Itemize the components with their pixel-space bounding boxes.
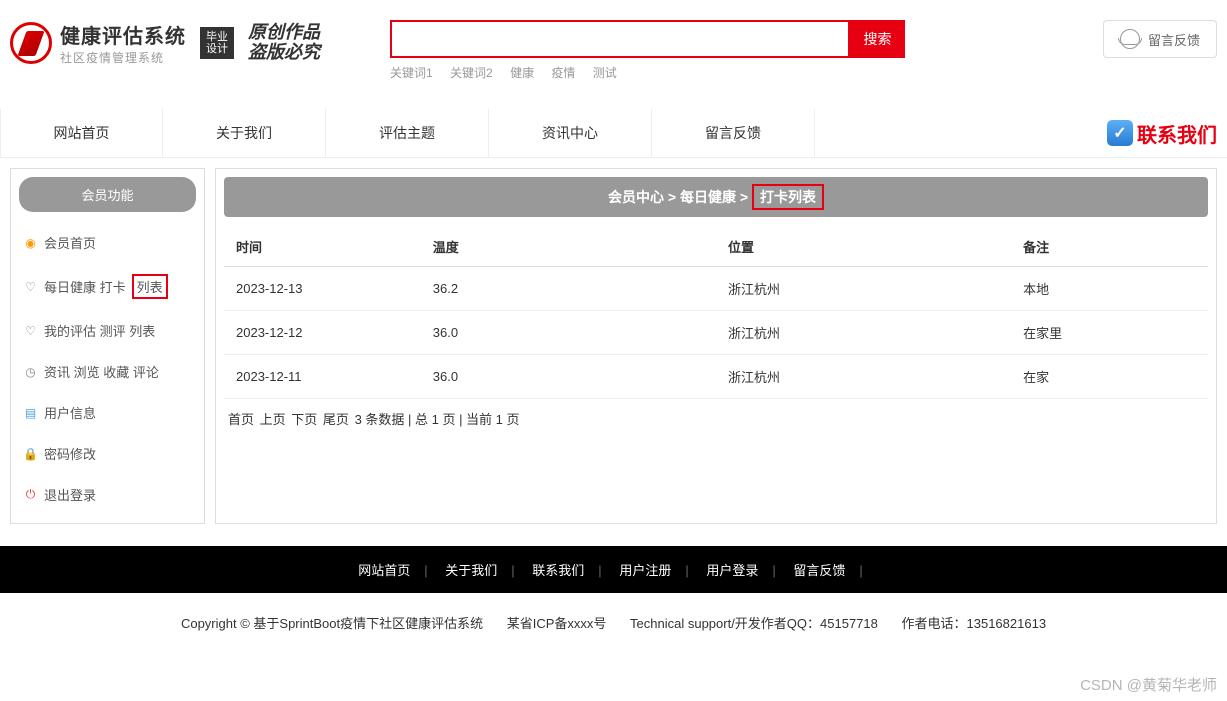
search-input[interactable] xyxy=(390,20,850,58)
check-icon xyxy=(1107,120,1133,146)
breadcrumb: 会员中心 > 每日健康 > 打卡列表 xyxy=(224,177,1208,217)
search-button[interactable]: 搜索 xyxy=(850,20,905,58)
breadcrumb-current: 打卡列表 xyxy=(752,184,824,210)
feedback-button[interactable]: 留言反馈 xyxy=(1103,20,1217,58)
sidebar-title: 会员功能 xyxy=(19,177,196,212)
col-time: 时间 xyxy=(224,227,421,267)
contact-us-link[interactable]: 联系我们 xyxy=(1107,119,1227,148)
pagination: 首页 上页 下页 尾页 3 条数据 | 总 1 页 | 当前 1 页 xyxy=(224,399,1208,438)
pager-info: 3 条数据 | 总 1 页 | 当前 1 页 xyxy=(355,412,520,427)
col-remark: 备注 xyxy=(1011,227,1208,267)
footer-link[interactable]: 用户登录 xyxy=(702,563,762,578)
table-row: 2023-12-12 36.0 浙江杭州 在家里 xyxy=(224,311,1208,355)
footer-link[interactable]: 网站首页 xyxy=(354,563,414,578)
sidebar-item-daily-health[interactable]: ♡ 每日健康 打卡 列表 xyxy=(19,263,196,310)
nav-about[interactable]: 关于我们 xyxy=(163,109,326,157)
keyword-link[interactable]: 关键词1 xyxy=(390,66,433,80)
logo-block: 健康评估系统 社区疫情管理系统 毕业 设计 原创作品 盗版必究 xyxy=(10,20,320,66)
logo-subtitle: 社区疫情管理系统 xyxy=(60,49,186,66)
nav-topics[interactable]: 评估主题 xyxy=(326,109,489,157)
footer-link[interactable]: 留言反馈 xyxy=(789,563,849,578)
pager-prev[interactable]: 上页 xyxy=(260,412,286,427)
sidebar-item-news[interactable]: ◷ 资讯 浏览 收藏 评论 xyxy=(19,351,196,392)
logo-icon xyxy=(10,22,52,64)
table-row: 2023-12-13 36.2 浙江杭州 本地 xyxy=(224,267,1208,311)
content-panel: 会员中心 > 每日健康 > 打卡列表 时间 温度 位置 备注 xyxy=(215,168,1217,524)
footer-link[interactable]: 关于我们 xyxy=(441,563,501,578)
nav-home[interactable]: 网站首页 xyxy=(0,109,163,157)
document-icon: ▤ xyxy=(23,405,38,420)
badge-graduation: 毕业 设计 xyxy=(200,27,234,59)
footer-links: 网站首页| 关于我们| 联系我们| 用户注册| 用户登录| 留言反馈| xyxy=(0,546,1227,593)
keyword-link[interactable]: 健康 xyxy=(510,66,534,80)
search-area: 搜索 关键词1 关键词2 健康 疫情 测试 xyxy=(390,20,905,81)
col-temp: 温度 xyxy=(421,227,716,267)
shield-icon: ♡ xyxy=(23,323,38,338)
sidebar-item-userinfo[interactable]: ▤ 用户信息 xyxy=(19,392,196,433)
header: 健康评估系统 社区疫情管理系统 毕业 设计 原创作品 盗版必究 搜索 关键词1 … xyxy=(0,0,1227,81)
main-nav: 网站首页 关于我们 评估主题 资讯中心 留言反馈 联系我们 xyxy=(0,109,1227,158)
watermark: CSDN @黄菊华老师 xyxy=(1080,674,1217,695)
keyword-link[interactable]: 测试 xyxy=(593,66,617,80)
nav-news[interactable]: 资讯中心 xyxy=(489,109,652,157)
sidebar-item-my-eval[interactable]: ♡ 我的评估 测评 列表 xyxy=(19,310,196,351)
pager-next[interactable]: 下页 xyxy=(291,412,317,427)
logo-title: 健康评估系统 xyxy=(60,20,186,49)
sidebar-item-home[interactable]: ◉ 会员首页 xyxy=(19,222,196,263)
copyright: Copyright © 基于SprintBoot疫情下社区健康评估系统 某省IC… xyxy=(0,593,1227,672)
sidebar: 会员功能 ◉ 会员首页 ♡ 每日健康 打卡 列表 ♡ 我的评估 测评 列表 ◷ xyxy=(10,168,205,524)
keyword-link[interactable]: 关键词2 xyxy=(450,66,493,80)
highlight-box: 列表 xyxy=(132,274,168,299)
sidebar-item-password[interactable]: 🔒 密码修改 xyxy=(19,433,196,474)
home-icon: ◉ xyxy=(23,235,38,250)
keyword-link[interactable]: 疫情 xyxy=(551,66,575,80)
clock-icon: ◷ xyxy=(23,364,38,379)
sidebar-item-logout[interactable]: ⏻ 退出登录 xyxy=(19,474,196,515)
pager-first[interactable]: 首页 xyxy=(228,412,254,427)
search-keywords: 关键词1 关键词2 健康 疫情 测试 xyxy=(390,64,905,81)
checkin-table: 时间 温度 位置 备注 2023-12-13 36.2 浙江杭州 本地 2023… xyxy=(224,227,1208,399)
col-location: 位置 xyxy=(716,227,1011,267)
headset-icon xyxy=(1120,29,1140,49)
calligraphy-text: 原创作品 盗版必究 xyxy=(248,23,320,63)
pager-last[interactable]: 尾页 xyxy=(323,412,349,427)
table-row: 2023-12-11 36.0 浙江杭州 在家 xyxy=(224,355,1208,399)
footer-link[interactable]: 联系我们 xyxy=(528,563,588,578)
nav-feedback[interactable]: 留言反馈 xyxy=(652,109,815,157)
power-icon: ⏻ xyxy=(23,487,38,502)
lock-icon: 🔒 xyxy=(23,446,38,461)
footer-link[interactable]: 用户注册 xyxy=(615,563,675,578)
shield-icon: ♡ xyxy=(23,279,38,294)
